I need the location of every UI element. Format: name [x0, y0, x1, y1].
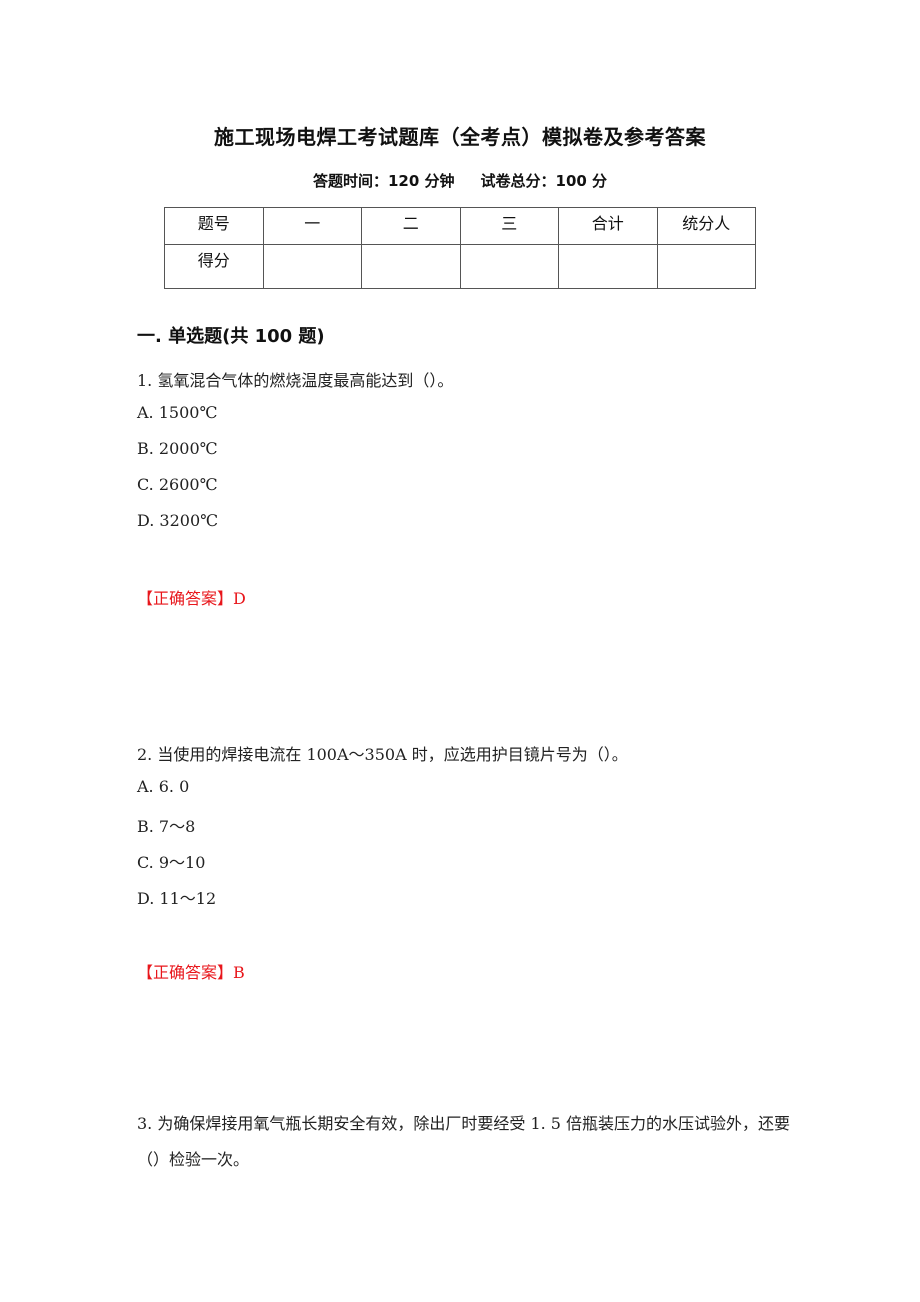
- score-table-header-cell: 统分人: [656, 207, 756, 245]
- question-2-option-b: B. 7～8: [137, 817, 196, 836]
- score-cell: [459, 244, 559, 289]
- question-2-text: 2. 当使用的焊接电流在 100A～350A 时，应选用护目镜片号为（）。: [137, 745, 628, 764]
- exam-time: 答题时间：120 分钟: [312, 172, 455, 190]
- question-1-answer: 【正确答案】D: [137, 589, 246, 608]
- question-2-option-c: C. 9～10: [137, 853, 206, 872]
- question-1-option-a: A. 1500℃: [137, 403, 218, 422]
- score-table-header-cell: 合计: [558, 207, 658, 245]
- section-heading: 一. 单选题(共 100 题): [137, 326, 325, 347]
- score-cell: [262, 244, 362, 289]
- score-cell: [656, 244, 756, 289]
- document-title: 施工现场电焊工考试题库（全考点）模拟卷及参考答案: [214, 125, 706, 149]
- question-1-option-d: D. 3200℃: [137, 511, 219, 530]
- score-table-row-label: 得分: [164, 244, 264, 289]
- score-table: 题号 一 二 三 合计 统分人 得分: [164, 207, 756, 289]
- score-table-header-row: 题号 一 二 三 合计 统分人: [164, 207, 756, 245]
- question-2-option-a: A. 6. 0: [137, 777, 190, 796]
- total-score: 试卷总分：100 分: [480, 172, 608, 190]
- question-2-option-d: D. 11～12: [137, 889, 217, 908]
- score-table-header-cell: 题号: [164, 207, 264, 245]
- score-table-header-cell: 二: [361, 207, 461, 245]
- question-1-option-b: B. 2000℃: [137, 439, 218, 458]
- exam-info: 答题时间：120 分钟 试卷总分：100 分: [0, 170, 920, 191]
- question-1-option-c: C. 2600℃: [137, 475, 218, 494]
- question-2-answer: 【正确答案】B: [137, 963, 245, 982]
- score-cell: [558, 244, 658, 289]
- score-table-header-cell: 三: [459, 207, 559, 245]
- score-table-header-cell: 一: [262, 207, 362, 245]
- score-cell: [361, 244, 461, 289]
- question-1-text: 1. 氢氧混合气体的燃烧温度最高能达到（）。: [137, 371, 454, 390]
- question-3-text: 3. 为确保焊接用氧气瓶长期安全有效，除出厂时要经受 1. 5 倍瓶装压力的水压…: [137, 1114, 791, 1169]
- score-table-score-row: 得分: [164, 244, 756, 289]
